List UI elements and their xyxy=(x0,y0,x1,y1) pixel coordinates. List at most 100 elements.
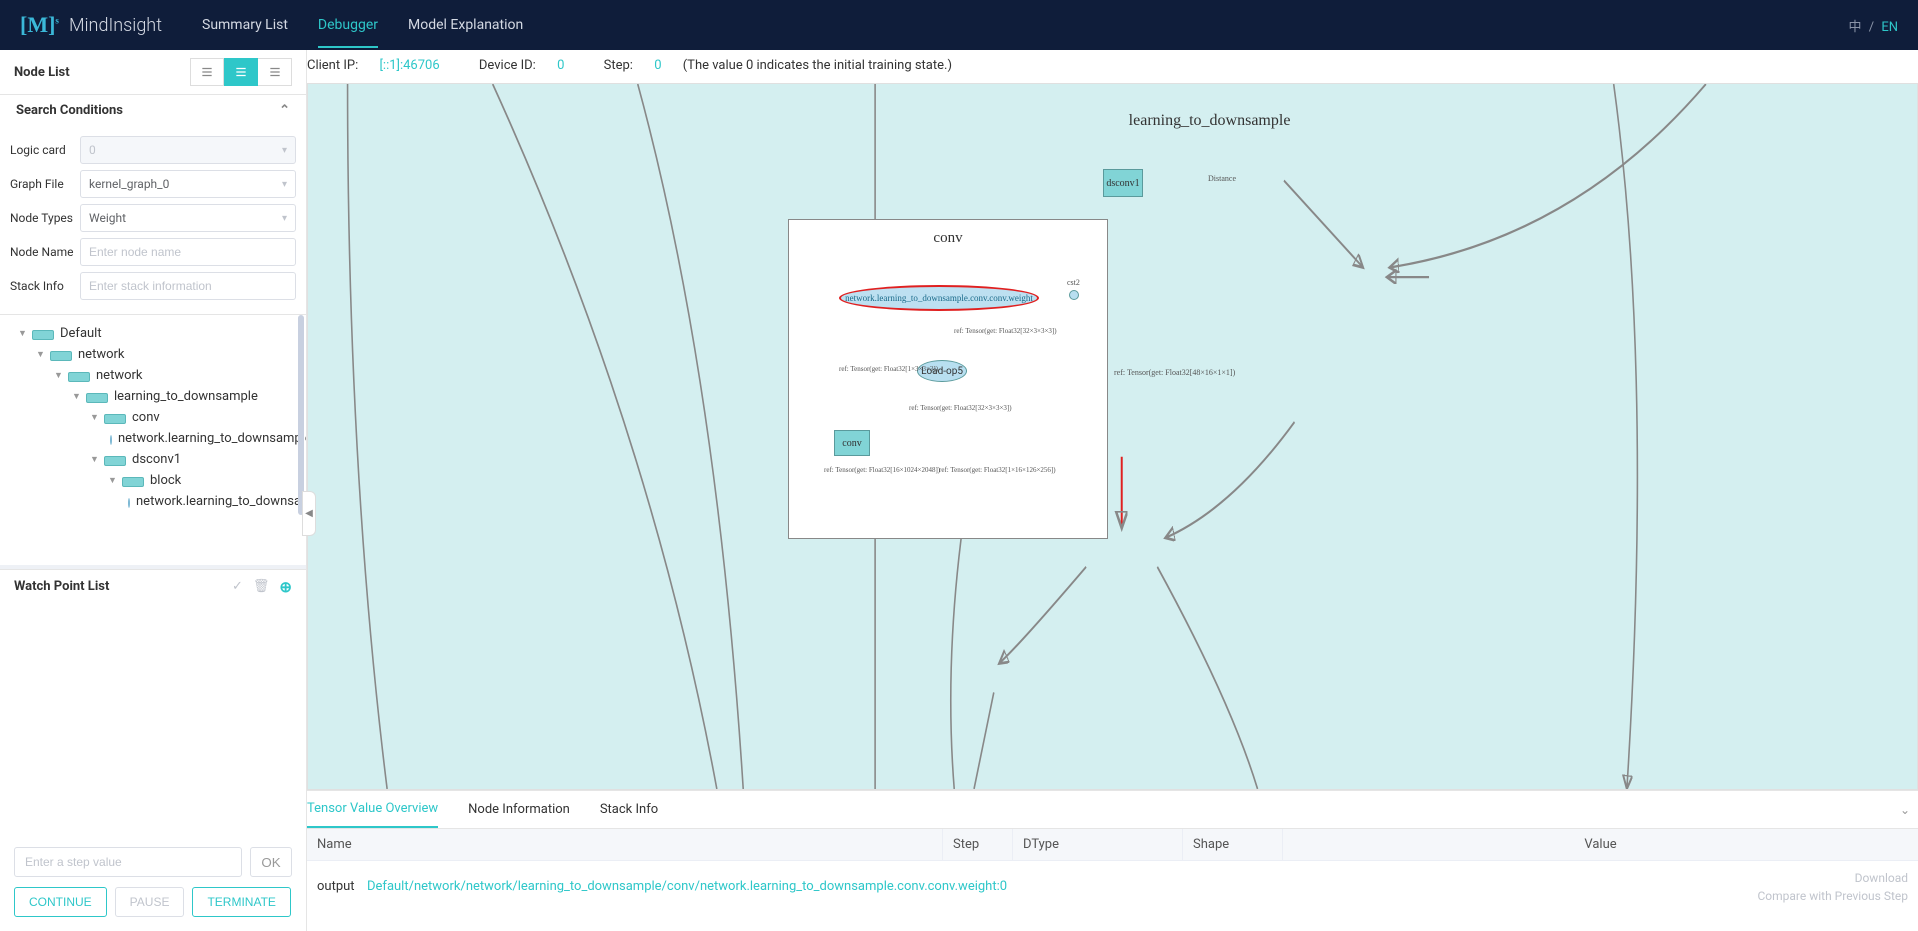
watch-point-title: Watch Point List xyxy=(14,579,109,594)
node-types-select[interactable]: Weight ▾ xyxy=(80,204,296,232)
conv-box-title: conv xyxy=(789,230,1107,247)
search-section: Search Conditions ⌃ Logic card 0 ▾ Graph… xyxy=(0,95,306,315)
tensor-table: Name Step DType Shape Value output Defau… xyxy=(307,829,1918,931)
device-id-label: Device ID: xyxy=(479,58,536,73)
sidebar: ◀ Node List Search Conditions ⌃ Logic ca… xyxy=(0,50,307,931)
panel-collapse-icon[interactable]: ⌄ xyxy=(1892,803,1918,817)
sidebar-footer: OK CONTINUE PAUSE TERMINATE xyxy=(0,837,306,931)
stack-info-label: Stack Info xyxy=(10,279,80,293)
graph-node-dsconv1[interactable]: dsconv1 xyxy=(1103,169,1143,197)
graph-node-conv-inner[interactable]: conv xyxy=(834,430,870,456)
tree-item-learning[interactable]: ▼learning_to_downsample xyxy=(0,386,306,407)
bottom-tabs: Tensor Value Overview Node Information S… xyxy=(307,791,1918,829)
node-list-title: Node List xyxy=(14,65,70,80)
trash-icon[interactable]: 🗑 xyxy=(253,579,270,594)
view-mode-group xyxy=(190,58,292,86)
graph-node-selected-weight[interactable]: network.learning_to_downsample.conv.conv… xyxy=(839,285,1039,311)
node-name-label: Node Name xyxy=(10,245,80,259)
table-header: Name Step DType Shape Value xyxy=(307,829,1918,861)
step-value: 0 xyxy=(654,58,661,73)
logo: [M]s MindInsight xyxy=(20,12,162,38)
top-nav: Summary List Debugger Model Explanation xyxy=(202,2,523,48)
graph-group-title: learning_to_downsample xyxy=(1129,112,1291,130)
graph-canvas[interactable]: learning_to_downsample dsconv1 Distance … xyxy=(307,83,1918,790)
tab-tensor-value[interactable]: Tensor Value Overview xyxy=(307,791,438,828)
tree-item-conv[interactable]: ▼conv xyxy=(0,407,306,428)
search-title: Search Conditions xyxy=(16,103,123,118)
graph-box-conv[interactable]: conv network.learning_to_downsample.conv… xyxy=(788,219,1108,539)
col-name: Name xyxy=(307,829,943,860)
client-ip-label: Client IP: xyxy=(307,58,358,73)
graph-file-select[interactable]: kernel_graph_0 ▾ xyxy=(80,170,296,198)
device-id-value: 0 xyxy=(557,58,564,73)
step-label: Step: xyxy=(604,58,633,73)
tab-stack-info[interactable]: Stack Info xyxy=(600,792,658,827)
logo-text: MindInsight xyxy=(69,15,162,36)
bottom-panel: Tensor Value Overview Node Information S… xyxy=(307,790,1918,931)
col-dtype: DType xyxy=(1013,829,1183,860)
lang-zh[interactable]: 中 xyxy=(1848,20,1861,35)
tree-item-default[interactable]: ▼Default xyxy=(0,323,306,344)
col-shape: Shape xyxy=(1183,829,1283,860)
client-ip-value[interactable]: [::1]:46706 xyxy=(379,58,439,73)
tree-scrollbar[interactable] xyxy=(298,315,304,515)
logo-icon: [M]s xyxy=(20,12,59,38)
node-tree[interactable]: ▼Default ▼network ▼network ▼learning_to_… xyxy=(0,315,306,565)
step-note: (The value 0 indicates the initial train… xyxy=(683,58,952,73)
tree-item-selected-weight[interactable]: network.learning_to_downsample xyxy=(0,428,306,449)
download-link[interactable]: Download xyxy=(1757,871,1908,885)
graph-file-label: Graph File xyxy=(10,177,80,191)
graph-node-cst2[interactable] xyxy=(1069,290,1079,300)
table-row: output Default/network/network/learning_… xyxy=(307,861,1918,931)
edge-label-4: ref: Tensor(get: Float32[16×1024×2048]) xyxy=(824,466,940,474)
graph-label-distance: Distance xyxy=(1208,174,1236,183)
node-list-header: Node List xyxy=(0,50,306,95)
search-body: Logic card 0 ▾ Graph File kernel_graph_0… xyxy=(0,126,306,314)
logic-card-select[interactable]: 0 ▾ xyxy=(80,136,296,164)
compare-link[interactable]: Compare with Previous Step xyxy=(1757,889,1908,903)
row-path[interactable]: Default/network/network/learning_to_down… xyxy=(367,869,1007,923)
terminate-button[interactable]: TERMINATE xyxy=(192,887,290,917)
lang-sep: / xyxy=(1869,20,1874,35)
view-compact-icon[interactable] xyxy=(258,58,292,86)
watch-point-body xyxy=(0,604,306,838)
check-icon[interactable]: ✓ xyxy=(232,579,243,594)
logic-card-label: Logic card xyxy=(10,143,80,157)
info-bar: Client IP: [::1]:46706 Device ID: 0 Step… xyxy=(307,50,1918,83)
sidebar-collapse-handle[interactable]: ◀ xyxy=(302,491,316,536)
continue-button[interactable]: CONTINUE xyxy=(14,887,107,917)
stack-info-input[interactable] xyxy=(80,272,296,300)
step-input[interactable] xyxy=(14,847,242,877)
search-conditions-header[interactable]: Search Conditions ⌃ xyxy=(0,95,306,126)
nav-summary-list[interactable]: Summary List xyxy=(202,2,288,48)
main-container: ◀ Node List Search Conditions ⌃ Logic ca… xyxy=(0,50,1918,931)
nav-model-explanation[interactable]: Model Explanation xyxy=(408,2,523,48)
ok-button[interactable]: OK xyxy=(250,847,292,877)
view-grid-icon[interactable] xyxy=(224,58,258,86)
tree-item-network2[interactable]: ▼network xyxy=(0,365,306,386)
chevron-down-icon: ▾ xyxy=(282,179,287,190)
tree-item-network[interactable]: ▼network xyxy=(0,344,306,365)
node-types-label: Node Types xyxy=(10,211,80,225)
app-header: [M]s MindInsight Summary List Debugger M… xyxy=(0,0,1918,50)
tree-item-dsconv1[interactable]: ▼dsconv1 xyxy=(0,449,306,470)
edge-label-2: ref: Tensor(get: Float32[1×3×3×3]) xyxy=(839,365,938,373)
cst2-label: cst2 xyxy=(1067,278,1080,287)
edge-label-5: ref: Tensor(get: Float32[1×16×126×256]) xyxy=(939,466,1056,474)
col-value: Value xyxy=(1283,829,1918,860)
tab-node-info[interactable]: Node Information xyxy=(468,792,570,827)
lang-en[interactable]: EN xyxy=(1881,20,1898,35)
node-name-input[interactable] xyxy=(80,238,296,266)
add-icon[interactable]: ⊕ xyxy=(279,578,292,596)
chevron-down-icon: ▾ xyxy=(282,213,287,224)
col-step: Step xyxy=(943,829,1013,860)
edge-label-3: ref: Tensor(get: Float32[32×3×3×3]) xyxy=(909,404,1012,412)
tree-item-block[interactable]: ▼block xyxy=(0,470,306,491)
chevron-up-icon: ⌃ xyxy=(279,103,290,118)
tree-item-weight2[interactable]: network.learning_to_downsam xyxy=(0,491,306,512)
view-list-icon[interactable] xyxy=(190,58,224,86)
main-area: Client IP: [::1]:46706 Device ID: 0 Step… xyxy=(307,50,1918,931)
pause-button[interactable]: PAUSE xyxy=(115,887,185,917)
chevron-down-icon: ▾ xyxy=(282,145,287,156)
nav-debugger[interactable]: Debugger xyxy=(318,2,378,48)
